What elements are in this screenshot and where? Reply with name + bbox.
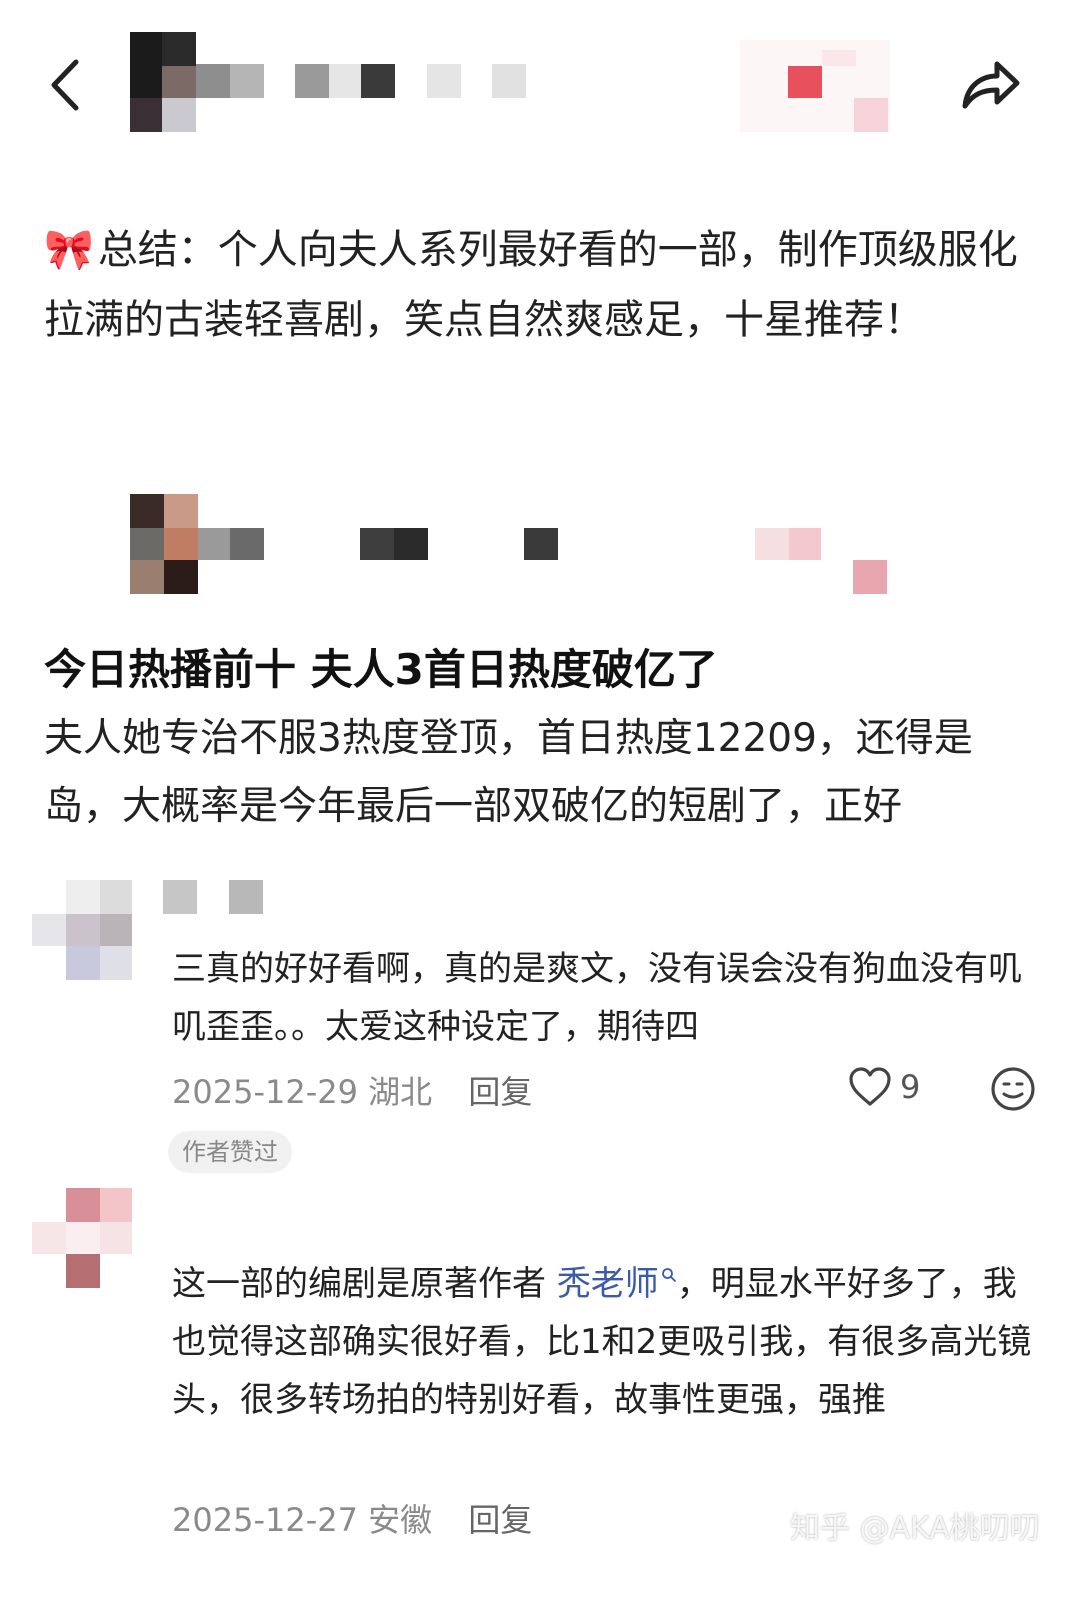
heart-icon — [849, 1067, 891, 1106]
author-avatar-blurred[interactable] — [130, 32, 530, 132]
comment-text-part: 这一部的编剧是原著作者 — [172, 1264, 557, 1304]
quoted-post-headline: 今日热播前十 夫人3首日热度破亿了 — [44, 645, 718, 694]
back-button[interactable] — [40, 50, 90, 120]
follow-button-blurred[interactable] — [740, 40, 890, 132]
comment-date: 2025-12-29 — [172, 1073, 358, 1111]
mention-link[interactable]: 秃老师 — [557, 1264, 677, 1304]
search-icon — [661, 1267, 676, 1282]
reply-button[interactable]: 回复 — [468, 1073, 532, 1111]
bow-icon: 🎀 — [44, 227, 94, 273]
post-summary: 🎀 总结：个人向夫人系列最好看的一部，制作顶级服化拉满的古装轻喜剧，笑点自然爽感足… — [44, 215, 1044, 355]
share-icon — [962, 61, 1020, 109]
comment-meta: 2025-12-29 湖北 回复 — [172, 1067, 532, 1113]
back-arrow-icon — [51, 59, 79, 111]
comment-location: 湖北 — [368, 1073, 433, 1111]
reaction-button[interactable] — [990, 1066, 1036, 1116]
comment-date: 2025-12-27 — [172, 1501, 358, 1539]
post-summary-text: 总结：个人向夫人系列最好看的一部，制作顶级服化拉满的古装轻喜剧，笑点自然爽感足，… — [44, 227, 1018, 343]
comment-text: 三真的好好看啊，真的是爽文，没有误会没有狗血没有叽叽歪歪。。太爱这种设定了，期待… — [172, 949, 1022, 1047]
comment-meta: 2025-12-27 安徽 回复 — [172, 1495, 532, 1541]
comment-username-blurred[interactable] — [163, 880, 263, 914]
comment-text: 这一部的编剧是原著作者 秃老师 ，明显水平好多了，我也觉得这部确实很好看，比1和2… — [172, 1255, 1032, 1429]
smile-face-icon — [991, 1067, 1035, 1111]
share-button[interactable] — [955, 50, 1025, 120]
watermark: 知乎 @AKA桃叨叨 — [790, 1511, 1040, 1546]
author-liked-badge: 作者赞过 — [168, 1131, 292, 1173]
comment-location: 安徽 — [368, 1501, 433, 1539]
quoted-author-blurred[interactable] — [100, 494, 960, 594]
avatar[interactable] — [32, 1188, 132, 1288]
quoted-post-body: 夫人她专治不服3热度登顶，首日热度12209，还得是岛，大概率是今年最后一部双破… — [44, 716, 973, 829]
mention-label: 秃老师 — [556, 1264, 659, 1304]
like-count: 9 — [900, 1068, 921, 1106]
like-button[interactable]: 9 — [848, 1066, 920, 1108]
reply-button[interactable]: 回复 — [468, 1501, 532, 1539]
avatar[interactable] — [32, 880, 132, 980]
